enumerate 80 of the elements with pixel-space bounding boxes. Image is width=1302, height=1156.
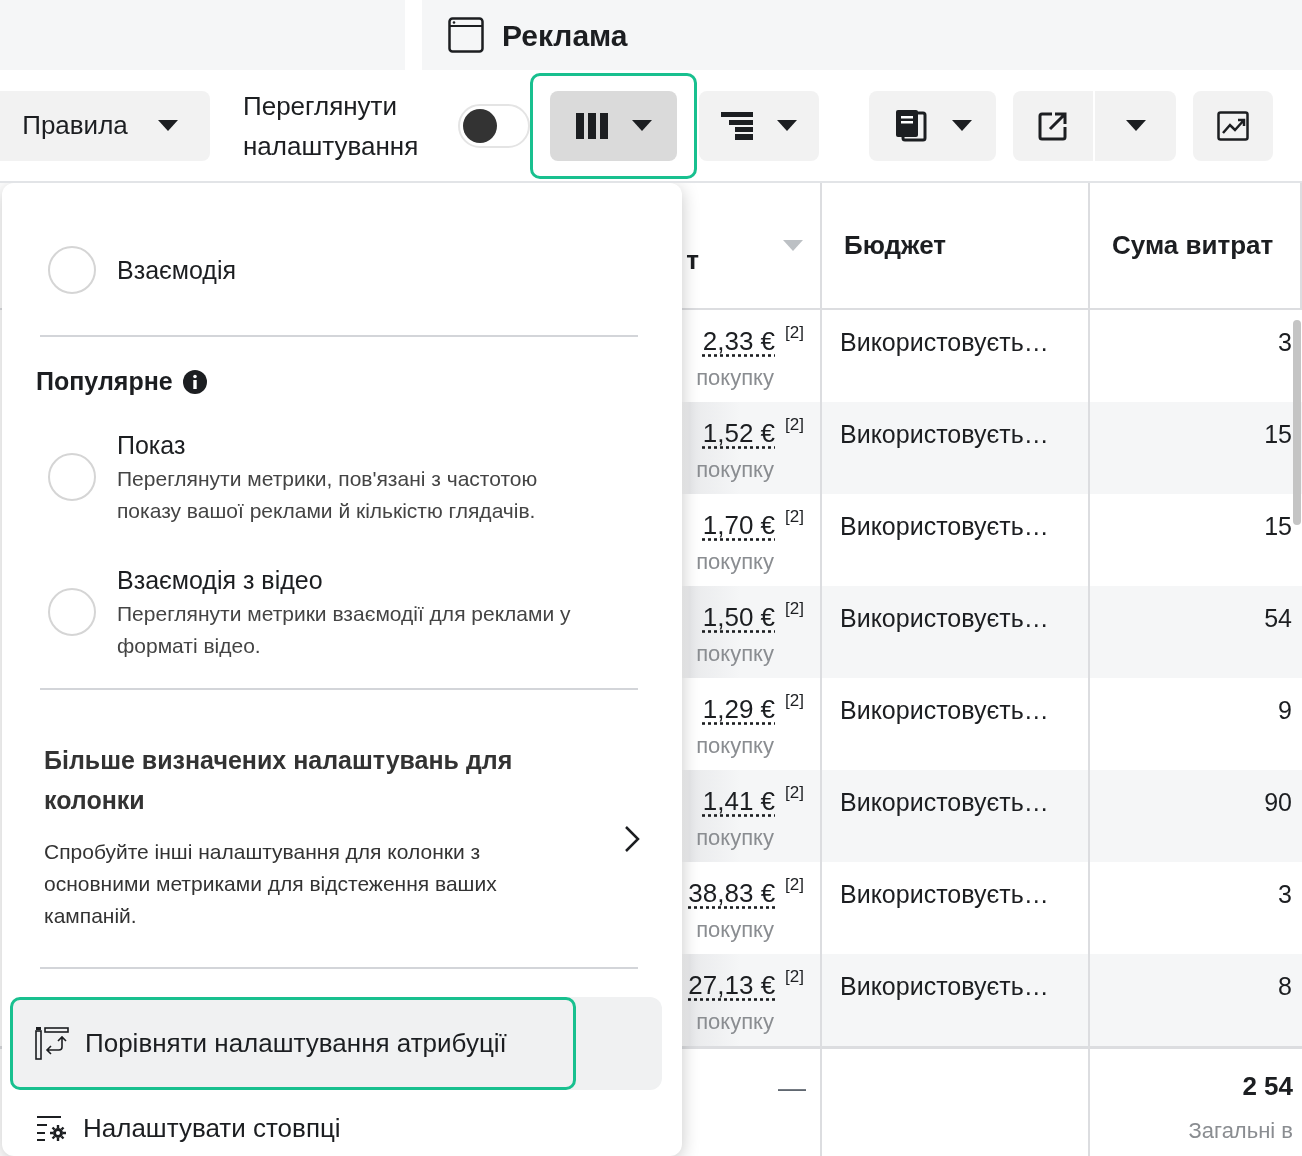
column-header[interactable]: т (686, 246, 699, 273)
cell-caption: покупку (696, 732, 774, 760)
footnote-mark: [2] (785, 967, 804, 986)
table-cell-text: 9 (1278, 695, 1292, 726)
rules-button[interactable]: Правила (0, 90, 210, 161)
columns-button[interactable] (550, 90, 677, 161)
cell-caption: покупку (696, 548, 774, 576)
menu-item[interactable]: Порівняти налаштування атрибуції (10, 997, 662, 1090)
footnote-mark: [2] (785, 783, 804, 802)
scrollbar[interactable] (1293, 320, 1301, 525)
option-label: Взаємодія (117, 255, 237, 286)
cell-caption: покупку (696, 364, 774, 392)
table-cell: Використовуєть… (840, 880, 1049, 908)
option-label: Взаємодія з відео (117, 565, 324, 596)
chart-icon (1217, 110, 1249, 141)
cell-caption: покупку (696, 916, 774, 944)
footnote-mark: [2] (785, 415, 804, 434)
pages-icon (893, 109, 928, 142)
settings-icon (37, 1114, 67, 1142)
table-cell-text: 8 (1278, 971, 1292, 1002)
toggle-switch[interactable] (458, 103, 530, 148)
breakdown-button[interactable] (699, 90, 819, 161)
table-cell: Використовуєть… (840, 420, 1049, 448)
radio-button[interactable] (48, 453, 96, 501)
footnote-mark: [2] (785, 691, 804, 710)
caret-icon (157, 119, 178, 132)
menu-item[interactable]: Налаштувати стовпці (10, 1090, 662, 1156)
table-cell: Використовуєть… (840, 328, 1049, 356)
table-cell: Використовуєть… (840, 696, 1049, 724)
reports-button[interactable] (869, 90, 996, 161)
settings-link[interactable]: Більше визначених налаштувань для колонки Спробуйте інші налаштування для колонки з основними метриками для відстеження ваших кампаній. (2, 740, 682, 932)
cost-value[interactable]: 1,50 € (702, 602, 776, 632)
window-icon (448, 17, 484, 53)
card-title: Більше визначених налаштувань для колонки (44, 745, 514, 816)
cost-value[interactable]: 27,13 € (688, 970, 776, 1000)
breakdown-icon (721, 111, 753, 140)
footnote-mark: [2] (785, 875, 804, 894)
chart-button[interactable] (1193, 90, 1273, 161)
chevron-right-icon (624, 825, 640, 853)
page-title: Реклама (502, 17, 628, 54)
total-label: Загальні в (1188, 1117, 1293, 1145)
table-cell: Використовуєть… (840, 604, 1049, 632)
table-cell-text: 3 (1278, 879, 1292, 910)
view-settings-label: Переглянути налаштування (243, 89, 420, 163)
radio-button[interactable] (48, 588, 96, 636)
cost-value[interactable]: 1,41 € (702, 786, 776, 816)
table-cell: Використовуєть… (840, 788, 1049, 816)
compare-icon (35, 1026, 69, 1061)
option-description: Переглянути метрики взаємодії для реклами у форматі відео. (117, 601, 572, 659)
footnote-mark: [2] (785, 599, 804, 618)
export-button[interactable] (1013, 90, 1093, 161)
export-icon (1038, 110, 1068, 141)
section-heading: Популярне (36, 366, 173, 398)
cost-value[interactable]: 38,83 € (688, 878, 776, 908)
table-cell-text: — (778, 1071, 806, 1105)
table-cell: Використовуєть… (840, 972, 1049, 1000)
column-header[interactable]: Сума витрат (1112, 226, 1274, 265)
table-cell-text: 90 (1264, 787, 1292, 818)
table-cell-text: 15 (1264, 419, 1292, 450)
footnote-mark: [2] (785, 323, 804, 342)
table-cell-text: 54 (1264, 603, 1292, 634)
cost-value[interactable]: 2,33 € (702, 326, 776, 356)
total-value: 2 54 (1242, 1070, 1293, 1103)
table-cell: Використовуєть… (840, 512, 1049, 540)
table-cell-text: 15 (1264, 511, 1292, 542)
columns-icon (575, 112, 608, 139)
card-description: Спробуйте інші налаштування для колонки з основними метриками для відстеження ваших кампаній. (44, 839, 498, 929)
cell-caption: покупку (696, 456, 774, 484)
option-label: Показ (117, 430, 187, 461)
table-cell-text: 3 (1278, 327, 1292, 358)
cell-caption: покупку (696, 824, 774, 852)
radio-button[interactable] (48, 246, 96, 294)
cost-value[interactable]: 1,52 € (702, 418, 776, 448)
cell-caption: покупку (696, 1008, 774, 1036)
option-description: Переглянути метрики, пов'язані з частотою показу вашої реклами й кількістю глядачів. (117, 466, 539, 524)
footnote-mark: [2] (785, 507, 804, 526)
cell-caption: покупку (696, 640, 774, 668)
cost-value[interactable]: 1,70 € (702, 510, 776, 540)
column-header[interactable]: Бюджет (844, 226, 946, 265)
cost-value[interactable]: 1,29 € (702, 694, 776, 724)
